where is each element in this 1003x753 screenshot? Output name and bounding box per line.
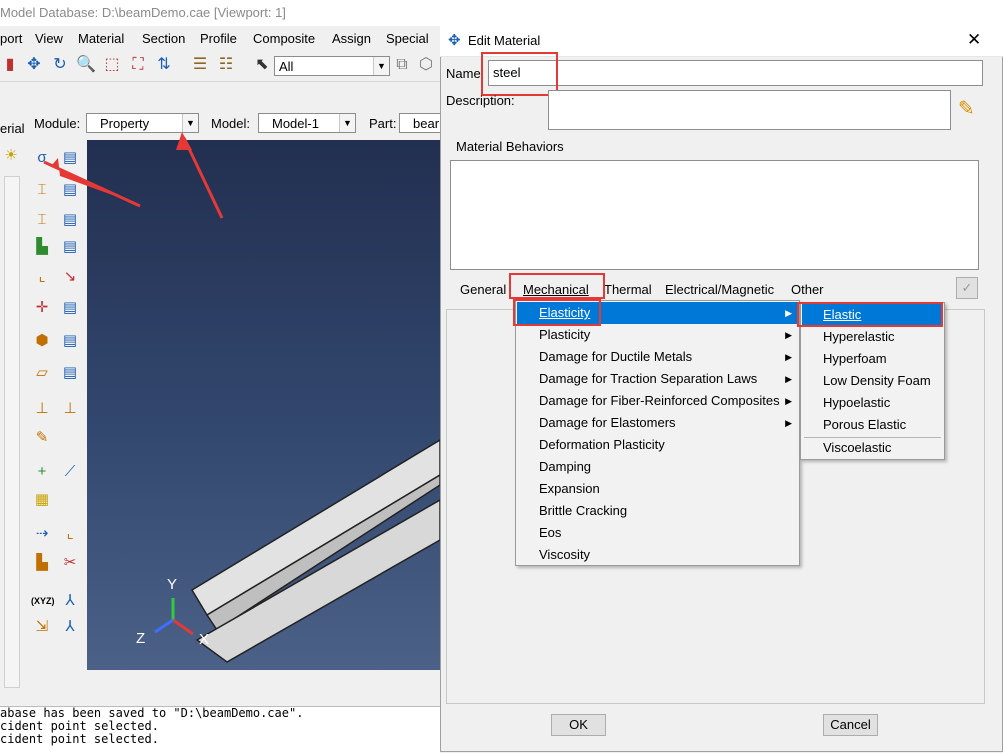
tab-other[interactable]: Other: [791, 282, 824, 297]
skin-manager-icon[interactable]: ▤: [59, 362, 81, 384]
create-datum-csys-icon[interactable]: ▦: [31, 489, 53, 511]
name-field[interactable]: steel: [488, 60, 983, 86]
special-manager-icon[interactable]: ⊥: [59, 398, 81, 420]
annotation-arrows: [43, 132, 224, 219]
description-field[interactable]: [548, 90, 951, 130]
xyz-csys-icon[interactable]: (XYZ): [31, 590, 55, 612]
name-label: Name:: [446, 66, 485, 81]
material-app-icon: ✥: [448, 32, 461, 49]
cancel-button[interactable]: Cancel: [823, 714, 878, 736]
dialog-title: Edit Material: [468, 33, 541, 48]
submenu-arrow-icon: ▶: [785, 330, 792, 340]
menu-item-porous-elastic[interactable]: Porous Elastic: [802, 414, 943, 436]
create-datum-axis-icon[interactable]: ⟋: [59, 461, 81, 483]
tab-mechanical[interactable]: Mechanical: [523, 282, 589, 297]
menu-item-elasticity[interactable]: Elasticity ▶: [517, 302, 798, 324]
menu-item-damage-fiber[interactable]: Damage for Fiber-Reinforced Composites ▶: [517, 390, 798, 412]
submenu-arrow-icon: ▶: [785, 308, 792, 318]
menu-item-eos[interactable]: Eos: [517, 522, 798, 544]
tab-electrical-magnetic[interactable]: Electrical/Magnetic: [665, 282, 774, 297]
assign-orientation-icon[interactable]: ⌞: [31, 266, 53, 288]
menu-item-hyperfoam[interactable]: Hyperfoam: [802, 348, 943, 370]
x-axis-line: [172, 618, 194, 636]
menu-item-deformation-plasticity[interactable]: Deformation Plasticity: [517, 434, 798, 456]
elasticity-submenu: Elastic Hyperelastic Hyperfoam Low Densi…: [800, 302, 945, 460]
menu-item-low-density-foam[interactable]: Low Density Foam: [802, 370, 943, 392]
create-point-icon[interactable]: +: [31, 461, 53, 483]
menu-item-damage-ductile[interactable]: Damage for Ductile Metals ▶: [517, 346, 798, 368]
close-icon[interactable]: ✕: [967, 30, 981, 50]
menu-item-elastic[interactable]: Elastic: [802, 304, 943, 326]
menu-item-expansion[interactable]: Expansion: [517, 478, 798, 500]
z-axis-line: [154, 618, 174, 634]
dialog-title-bar: ✥ Edit Material ✕: [440, 26, 1003, 57]
submenu-arrow-icon: ▶: [785, 418, 792, 428]
datum-plane-icon[interactable]: ⅄: [59, 616, 81, 638]
annotation-arrow-module: [176, 132, 192, 150]
query-icon[interactable]: ⇢: [31, 523, 53, 545]
y-axis-label: Y: [167, 576, 177, 593]
menu-item-damage-traction[interactable]: Damage for Traction Separation Laws ▶: [517, 368, 798, 390]
submenu-arrow-icon: ▶: [785, 374, 792, 384]
submenu-arrow-icon: ▶: [785, 396, 792, 406]
create-composite-icon[interactable]: ⬢: [31, 330, 53, 352]
menu-item-plasticity[interactable]: Plasticity ▶: [517, 324, 798, 346]
mechanical-menu: Elasticity ▶ Plasticity ▶ Damage for Ducti…: [515, 300, 800, 566]
triad-icon[interactable]: ⅄: [59, 590, 81, 612]
cut-icon[interactable]: ▙: [31, 552, 53, 574]
edit-icon[interactable]: ✎: [31, 427, 53, 449]
x-axis-label: X: [199, 631, 209, 648]
pencil-icon[interactable]: ✎: [958, 96, 975, 121]
measure-icon[interactable]: ⇲: [31, 616, 53, 638]
tab-general[interactable]: General: [460, 282, 506, 297]
composite-manager-icon[interactable]: ▤: [59, 330, 81, 352]
behaviors-label: Material Behaviors: [456, 139, 564, 154]
create-skin-icon[interactable]: ▱: [31, 362, 53, 384]
ok-button[interactable]: OK: [551, 714, 606, 736]
menu-item-hyperelastic[interactable]: Hyperelastic: [802, 326, 943, 348]
menu-item-viscosity[interactable]: Viscosity: [517, 544, 798, 566]
z-axis-label: Z: [136, 630, 145, 647]
annotation-arrow-toolbox: [52, 158, 140, 205]
description-label: Description:: [446, 93, 515, 108]
assign-normal-icon[interactable]: ↘: [59, 266, 81, 288]
submenu-arrow-icon: ▶: [785, 352, 792, 362]
menu-item-hypoelastic[interactable]: Hypoelastic: [802, 392, 943, 414]
menu-item-brittle-cracking[interactable]: Brittle Cracking: [517, 500, 798, 522]
message-line: cident point selected.: [0, 732, 159, 746]
annotation-arrow-toolbox-shaft: [43, 160, 141, 208]
scissors-icon[interactable]: ✂: [59, 552, 81, 574]
message-area: abase has been saved to "D:\beamDemo.cae…: [0, 706, 440, 753]
check-icon[interactable]: ✓: [956, 277, 978, 299]
partition-icon[interactable]: ⌞: [59, 523, 81, 545]
special-icon[interactable]: ⊥: [31, 398, 53, 420]
behaviors-list[interactable]: [450, 160, 979, 270]
tab-thermal[interactable]: Thermal: [604, 282, 652, 297]
orientation-manager-icon[interactable]: ▤: [59, 297, 81, 319]
menu-item-damage-elastomers[interactable]: Damage for Elastomers ▶: [517, 412, 798, 434]
assign-beam-orientation-icon[interactable]: ✛: [31, 297, 53, 319]
menu-item-damping[interactable]: Damping: [517, 456, 798, 478]
menu-item-viscoelastic[interactable]: Viscoelastic: [802, 437, 943, 459]
